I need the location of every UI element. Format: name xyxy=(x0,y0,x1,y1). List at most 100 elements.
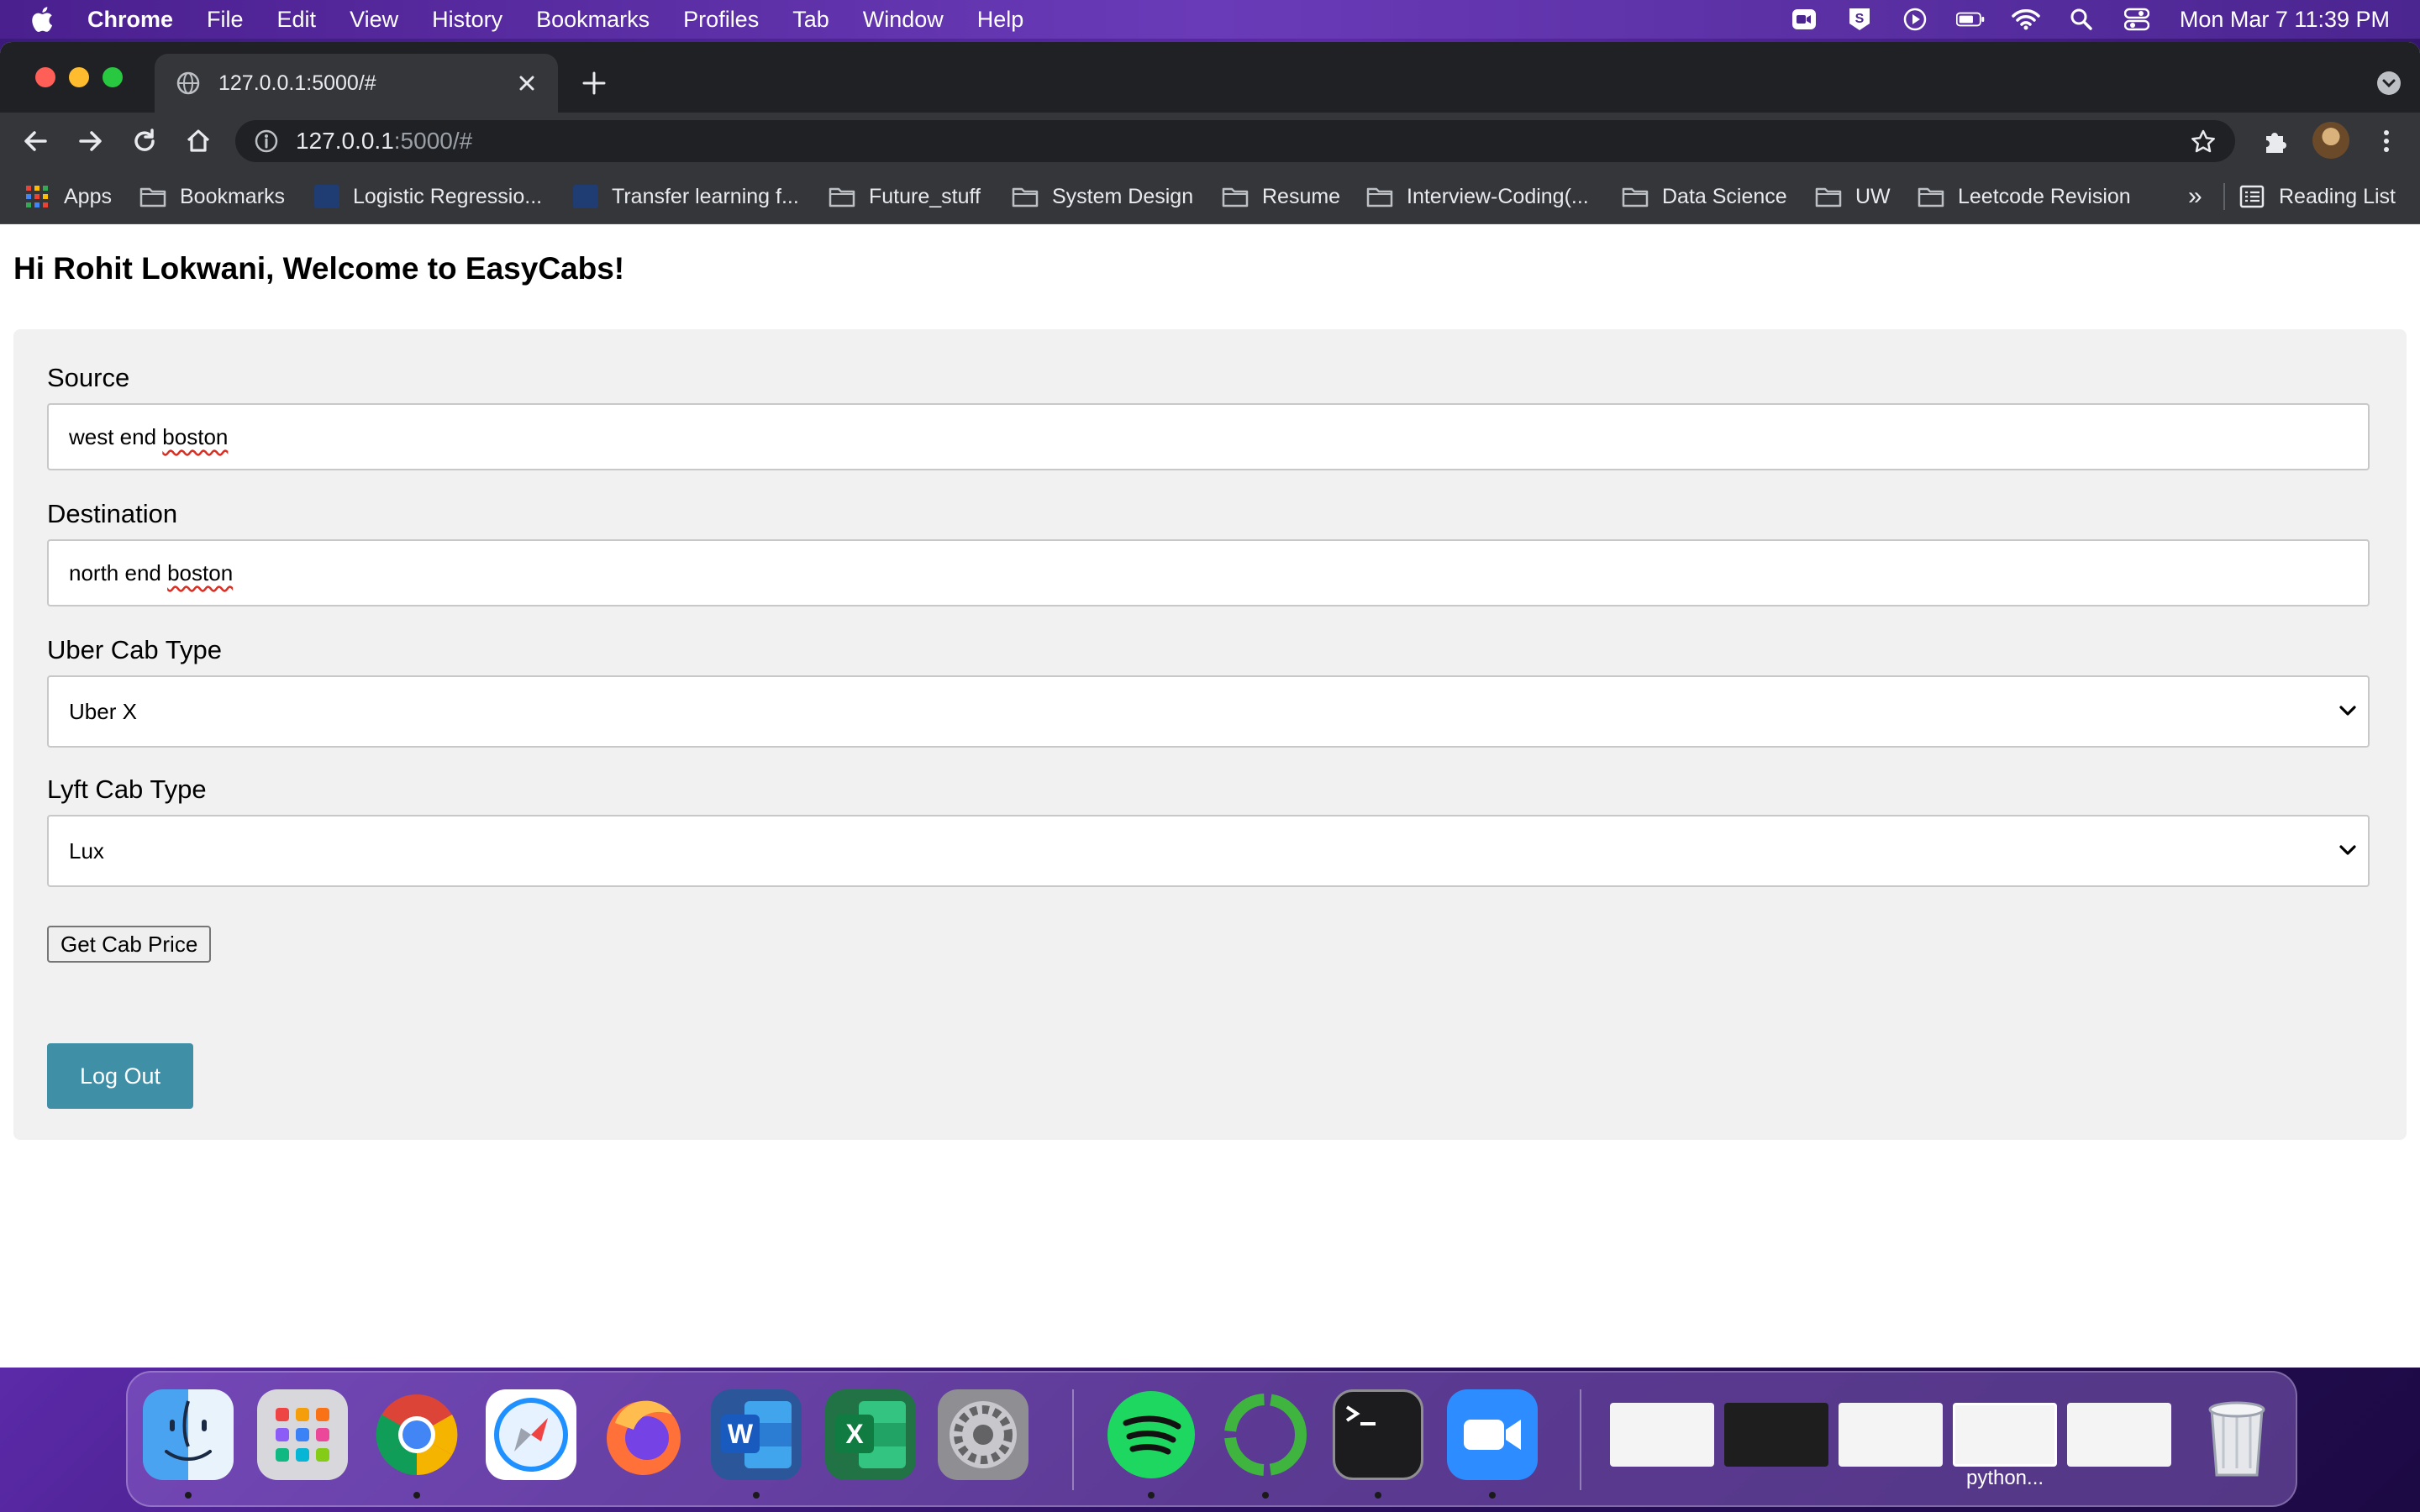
spotify-logo-icon xyxy=(1107,1391,1195,1478)
minimized-window-python[interactable] xyxy=(1953,1403,2057,1467)
dock-divider xyxy=(1072,1389,1074,1490)
battery-icon[interactable] xyxy=(1955,7,1985,32)
bookmark-label: Apps xyxy=(64,184,112,208)
bookmark-folder-leetcode-revision[interactable]: Leetcode Revision xyxy=(1918,170,2131,223)
excel-app-icon[interactable]: X xyxy=(825,1389,916,1480)
reload-icon[interactable] xyxy=(129,126,160,156)
spotlight-search-icon[interactable] xyxy=(2067,7,2096,32)
bookmark-folder-uw[interactable]: UW xyxy=(1815,170,1891,223)
terminal-app-icon[interactable] xyxy=(1333,1389,1423,1480)
tab-close-icon[interactable] xyxy=(514,71,539,96)
wifi-icon[interactable] xyxy=(2012,7,2040,32)
video-camera-icon xyxy=(1464,1420,1521,1450)
menu-edit[interactable]: Edit xyxy=(277,7,317,33)
system-preferences-app-icon[interactable] xyxy=(938,1389,1028,1480)
log-out-button[interactable]: Log Out xyxy=(47,1043,193,1109)
destination-value-text: north end xyxy=(69,560,168,585)
control-center-icon[interactable] xyxy=(2123,7,2151,32)
firefox-app-icon[interactable] xyxy=(598,1389,689,1480)
bookmark-folder-system-design[interactable]: System Design xyxy=(1012,170,1193,223)
reading-list-label: Reading List xyxy=(2279,184,2396,208)
extensions-puzzle-icon[interactable] xyxy=(2260,126,2291,156)
bookmark-folder-interview-coding[interactable]: Interview-Coding(... xyxy=(1366,170,1589,223)
bookmark-apps[interactable]: Apps xyxy=(24,170,112,223)
menu-help[interactable]: Help xyxy=(977,7,1024,33)
launchpad-grid-icon xyxy=(276,1408,329,1462)
chrome-logo-icon xyxy=(376,1394,458,1476)
chevron-down-icon xyxy=(2339,706,2356,716)
zoom-status-icon[interactable] xyxy=(1790,7,1818,32)
bookmark-folder-bookmarks[interactable]: Bookmarks xyxy=(139,170,285,223)
bookmark-folder-resume[interactable]: Resume xyxy=(1222,170,1340,223)
dock-divider xyxy=(1580,1389,1581,1490)
minimized-window-terminal[interactable] xyxy=(1724,1403,1828,1467)
bookmark-label: System Design xyxy=(1052,184,1194,208)
tab-search-chevron-icon[interactable] xyxy=(2376,71,2402,96)
more-menu-icon[interactable] xyxy=(2371,126,2402,156)
site-info-icon[interactable] xyxy=(254,129,279,154)
menu-bookmarks[interactable]: Bookmarks xyxy=(536,7,650,33)
bookmarks-overflow-chevron[interactable]: » xyxy=(2188,170,2202,223)
zoom-app-icon[interactable] xyxy=(1447,1389,1538,1480)
source-input[interactable]: west end boston xyxy=(47,403,2370,470)
menu-profiles[interactable]: Profiles xyxy=(683,7,759,33)
tab-title: 127.0.0.1:5000/# xyxy=(218,71,376,95)
bookmark-label: Leetcode Revision xyxy=(1958,184,2131,208)
gear-icon xyxy=(950,1401,1017,1468)
bookmark-folder-future-stuff[interactable]: Future_stuff xyxy=(829,170,981,223)
minimized-window-finder[interactable] xyxy=(1610,1403,1714,1467)
launchpad-app-icon[interactable] xyxy=(257,1389,348,1480)
chevron-down-icon xyxy=(2339,845,2356,855)
running-indicator xyxy=(413,1492,420,1499)
menu-window[interactable]: Window xyxy=(863,7,944,33)
bookmark-label: Data Science xyxy=(1662,184,1787,208)
uber-cab-type-select[interactable]: Uber X xyxy=(47,675,2370,748)
menu-file[interactable]: File xyxy=(207,7,244,33)
minimized-window-chrome[interactable] xyxy=(1839,1403,1943,1467)
menu-app-name[interactable]: Chrome xyxy=(87,7,173,33)
page-thumbnail-icon xyxy=(573,185,598,208)
tab-active[interactable]: 127.0.0.1:5000/# xyxy=(155,54,558,113)
menu-tab[interactable]: Tab xyxy=(792,7,829,33)
folder-icon xyxy=(1815,187,1842,207)
destination-value: north end boston xyxy=(69,541,233,605)
folder-icon xyxy=(1622,187,1649,207)
window-close-button[interactable] xyxy=(35,67,55,87)
s-app-icon[interactable]: S xyxy=(1845,7,1874,32)
home-icon[interactable] xyxy=(183,126,213,156)
bookmark-logistic-regression[interactable]: Logistic Regressio... xyxy=(314,170,542,223)
apple-logo-icon[interactable] xyxy=(29,5,54,34)
back-arrow-icon[interactable] xyxy=(20,126,50,156)
bookmark-star-icon[interactable] xyxy=(2190,129,2217,155)
minimized-window-browser[interactable] xyxy=(2067,1403,2171,1467)
bookmark-folder-data-science[interactable]: Data Science xyxy=(1622,170,1787,223)
reading-list-button[interactable]: Reading List xyxy=(2238,170,2396,223)
new-tab-plus-icon[interactable] xyxy=(580,69,608,97)
lyft-cab-type-select[interactable]: Lux xyxy=(47,815,2370,887)
menubar-clock[interactable]: Mon Mar 7 11:39 PM xyxy=(2180,7,2390,33)
spotify-app-icon[interactable] xyxy=(1106,1389,1197,1480)
profile-avatar[interactable] xyxy=(2312,122,2349,159)
menu-view[interactable]: View xyxy=(350,7,398,33)
trash-app-icon[interactable] xyxy=(2191,1389,2282,1480)
url-path: :5000/# xyxy=(393,128,473,154)
bookmark-label: Future_stuff xyxy=(869,184,981,208)
play-icon[interactable] xyxy=(1901,7,1929,32)
chrome-app-icon[interactable] xyxy=(371,1389,462,1480)
address-bar[interactable]: 127.0.0.1:5000/# xyxy=(235,120,2235,162)
window-zoom-button[interactable] xyxy=(103,67,123,87)
running-indicator xyxy=(1375,1492,1381,1499)
window-minimize-button[interactable] xyxy=(69,67,89,87)
finder-app-icon[interactable] xyxy=(143,1389,234,1480)
dock: W X python... xyxy=(126,1371,2297,1507)
menu-history[interactable]: History xyxy=(432,7,502,33)
folder-icon xyxy=(1918,187,1944,207)
bookmark-transfer-learning[interactable]: Transfer learning f... xyxy=(573,170,799,223)
word-app-icon[interactable]: W xyxy=(711,1389,802,1480)
safari-app-icon[interactable] xyxy=(486,1389,576,1480)
bookmarks-bar: Apps Bookmarks Logistic Regressio... Tra… xyxy=(0,170,2420,224)
destination-input[interactable]: north end boston xyxy=(47,539,2370,606)
forward-arrow-icon[interactable] xyxy=(76,126,106,156)
get-cab-price-button[interactable]: Get Cab Price xyxy=(47,926,212,963)
green-ring-app-icon[interactable] xyxy=(1220,1389,1311,1480)
